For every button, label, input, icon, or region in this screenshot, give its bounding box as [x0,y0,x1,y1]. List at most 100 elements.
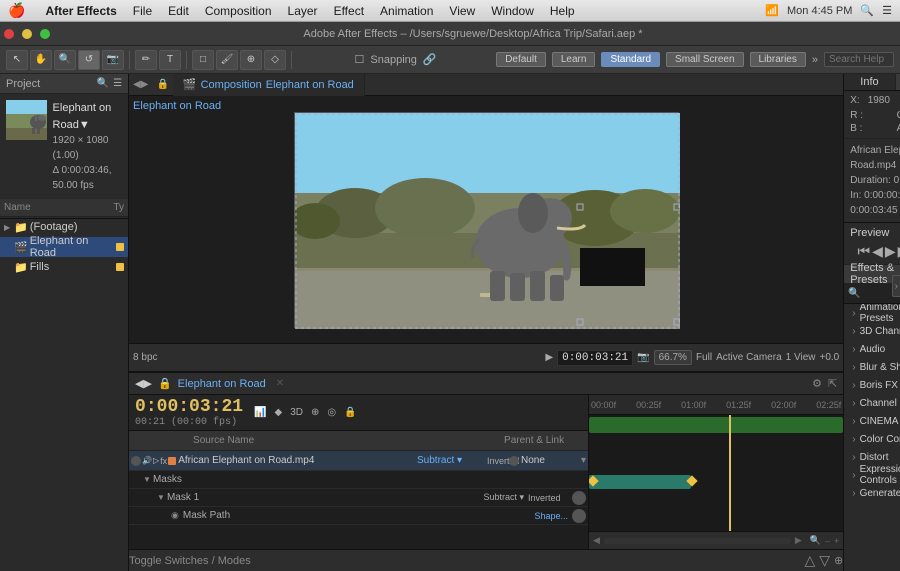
tab-standard[interactable]: Standard [601,52,660,67]
effects-item-audio[interactable]: Audio [844,340,900,358]
effects-item-cinema4d[interactable]: CINEMA 4D [844,412,900,430]
project-menu-icon[interactable]: ☰ [113,78,122,89]
layer-inverted[interactable]: Inverted [487,456,507,466]
layer-bar[interactable] [589,417,843,433]
comp-resolution[interactable]: Full [696,352,712,363]
minimize-btn[interactable] [22,29,32,39]
project-header-icons[interactable]: 🔍 ☰ [97,78,122,89]
comp-timecode[interactable]: 0:00:03:21 [557,350,633,366]
mask-path-value[interactable]: Shape... [535,511,569,521]
masks-arrow[interactable]: ▼ [143,475,151,484]
paint-tool[interactable]: 🖌 [216,50,238,70]
timeline-search-icon[interactable]: ⚙ [812,377,822,390]
tl-layer-elephant[interactable]: 🔊 ▷ fx African Elephant on Road.mp4 Subt… [129,451,588,471]
timeline-nav-icon[interactable]: ◀▶ [135,377,152,390]
preview-first-btn[interactable]: ⏮ [858,243,871,260]
puppet-tool[interactable]: ⊕ [240,50,262,70]
effects-item-expression[interactable]: Expression Controls [844,466,900,484]
comp-zoom-icon[interactable]: +0.0 [819,352,839,363]
tl-timecode-large[interactable]: 0:00:03:21 [135,397,243,417]
tl-btn-mask[interactable]: ◆ [272,406,286,419]
comp-canvas[interactable] [294,112,679,328]
search-help-input[interactable] [824,52,894,67]
effects-item-animation[interactable]: Animation Presets [844,304,900,322]
tab-libraries[interactable]: Libraries [750,52,806,67]
effects-item-boris[interactable]: Boris FX Mocha [844,376,900,394]
caf-collapse-btn[interactable]: › [892,275,900,297]
play-btn[interactable]: ▶ [545,352,553,363]
pen-tool[interactable]: ✏ [135,50,157,70]
project-item-footage[interactable]: ▶ 📁 (Footage) [0,217,128,237]
close-btn[interactable] [4,29,14,39]
tl-scroll-right[interactable]: ▶ [795,535,802,546]
mask-bar[interactable] [589,475,691,489]
tl-arrow-up[interactable]: △ [804,552,815,569]
mask1-arrow[interactable]: ▼ [157,493,165,502]
tl-scroll-left[interactable]: ◀ [593,535,600,546]
comp-view[interactable]: Active Camera [716,352,782,363]
comp-camera-icon[interactable]: 📷 [637,352,649,363]
project-item-elephant[interactable]: 🎬 Elephant on Road [0,237,128,257]
timeline-tab[interactable]: Elephant on Road [178,378,266,390]
tl-arrow-down[interactable]: ▽ [819,552,830,569]
menu-animation[interactable]: Animation [380,4,433,18]
menu-composition[interactable]: Composition [205,4,272,18]
tab-audio[interactable]: Audio [896,74,900,90]
timeline-lock-icon[interactable]: 🔒 [158,377,172,390]
playhead[interactable] [729,415,731,531]
select-tool[interactable]: ↖ [6,50,28,70]
layer-link-icon[interactable] [509,456,519,466]
menu-help[interactable]: Help [550,4,575,18]
tl-mask1[interactable]: ▼ Mask 1 Subtract ▾ Inverted [129,489,588,507]
timeline-close[interactable]: ✕ [276,378,284,389]
layer-mode-subtract[interactable]: Subtract ▾ [417,455,487,466]
window-controls[interactable] [4,29,50,39]
tab-default[interactable]: Default [496,52,546,67]
menu-view[interactable]: View [449,4,475,18]
tl-btn-graph[interactable]: 📊 [251,406,269,419]
tl-zoom-icon[interactable]: 🔍 [810,535,821,546]
tab-learn[interactable]: Learn [552,52,596,67]
comp-zoom[interactable]: 66.7% [654,350,692,365]
preview-prev-btn[interactable]: ◀ [872,243,883,260]
tab-info[interactable]: Info [844,74,895,90]
tl-zoom-in[interactable]: + [834,536,839,546]
tl-btn-lock[interactable]: 🔒 [341,406,359,419]
search-icon-menubar[interactable]: 🔍 [860,4,874,17]
snapping-checkbox[interactable]: ☐ [355,53,365,66]
comp-nav-icon[interactable]: ◀▶ [129,79,152,90]
shape-tool[interactable]: □ [192,50,214,70]
tab-smallscreen[interactable]: Small Screen [666,52,743,67]
preview-play-btn[interactable]: ▶ [885,243,896,260]
tl-plus-icon[interactable]: ⊕ [834,554,843,567]
footage-arrow[interactable]: ▶ [4,223,10,232]
layer-effects-icon[interactable]: fx [160,456,167,466]
mask1-subtract[interactable]: Subtract ▾ [484,492,525,503]
zoom-tool[interactable]: 🔍 [54,50,76,70]
layer-parent-dropdown[interactable]: ▾ [581,455,586,466]
tl-mask-path[interactable]: ◉ Mask Path Shape... [129,507,588,525]
project-search-icon[interactable]: 🔍 [97,78,109,89]
effects-item-3dchannel[interactable]: 3D Channel [844,322,900,340]
project-item-fills[interactable]: 📁 Fills [0,257,128,277]
comp-tab-main[interactable]: 🎬 Composition Elephant on Road [173,74,365,96]
comp-lock-icon[interactable]: 🔒 [152,79,172,90]
layer-collapse-icon[interactable]: ▷ [153,456,159,465]
tl-masks-group[interactable]: ▼ Masks [129,471,588,489]
camera-tool[interactable]: 📷 [102,50,124,70]
app-name[interactable]: After Effects [45,4,116,18]
timeline-expand-icon[interactable]: ⇱ [828,377,837,390]
menu-window[interactable]: Window [491,4,534,18]
layer-audio-icon[interactable]: 🔊 [142,456,152,465]
menu-effect[interactable]: Effect [334,4,364,18]
maximize-btn[interactable] [40,29,50,39]
tl-scrollbar[interactable] [604,538,791,544]
effects-item-color[interactable]: Color Correction [844,430,900,448]
tl-btn-solo[interactable]: ◎ [324,406,339,419]
layer-parent-none[interactable]: None [521,455,581,466]
effects-item-blur[interactable]: Blur & Sharpen [844,358,900,376]
hand-tool[interactable]: ✋ [30,50,52,70]
tl-btn-3d[interactable]: 3D [287,406,306,419]
tl-btn-motion[interactable]: ⊕ [308,406,322,419]
text-tool[interactable]: T [159,50,181,70]
